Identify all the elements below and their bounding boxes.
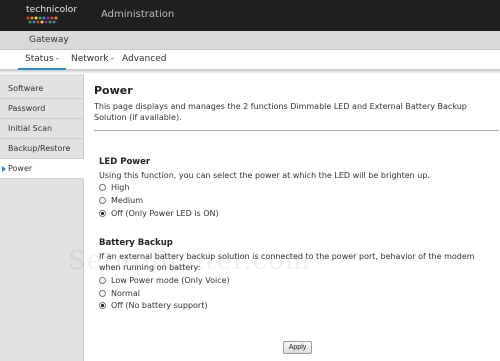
led-option-high[interactable]: High [99, 183, 129, 192]
logo-text: technicolor [26, 5, 78, 15]
sidebar: Software Password Initial Scan Backup/Re… [0, 74, 84, 361]
led-high-radio[interactable] [99, 184, 106, 191]
battery-low-power-radio[interactable] [99, 277, 106, 284]
led-off-radio[interactable] [99, 210, 106, 217]
battery-normal-label: Normal [111, 289, 140, 298]
tab-network[interactable]: Network - [71, 54, 114, 64]
battery-option-normal[interactable]: Normal [99, 289, 140, 298]
tab-status-label: Status [25, 54, 54, 64]
led-off-label: Off (Only Power LED is ON) [111, 209, 219, 218]
page-header-title: Administration [101, 9, 175, 20]
main-nav-tabs: Status - Network - Advanced [0, 50, 500, 70]
led-power-description: Using this function, you can select the … [99, 171, 430, 180]
tab-network-caret: - [110, 54, 114, 64]
sidebar-item-initial-scan[interactable]: Initial Scan [0, 119, 84, 139]
led-high-label: High [111, 183, 130, 192]
battery-normal-radio[interactable] [99, 290, 106, 297]
divider [94, 130, 499, 131]
battery-low-power-label: Low Power mode (Only Voice) [111, 276, 230, 285]
sidebar-item-password[interactable]: Password [0, 99, 84, 119]
battery-off-radio[interactable] [99, 302, 106, 309]
tab-advanced[interactable]: Advanced [122, 54, 166, 64]
gateway-bar: Gateway [0, 31, 500, 50]
led-option-off[interactable]: Off (Only Power LED is ON) [99, 209, 219, 218]
battery-option-low-power[interactable]: Low Power mode (Only Voice) [99, 276, 230, 285]
tab-advanced-label: Advanced [122, 54, 167, 64]
top-header: technicolor Administration [0, 0, 500, 31]
technicolor-logo: technicolor [26, 5, 77, 24]
tab-status[interactable]: Status - [23, 54, 61, 64]
led-option-medium[interactable]: Medium [99, 196, 143, 205]
sidebar-item-software[interactable]: Software [0, 79, 84, 99]
apply-button[interactable]: Apply [283, 341, 312, 354]
led-medium-radio[interactable] [99, 197, 106, 204]
page-description: This page displays and manages the 2 fun… [94, 102, 467, 122]
led-power-title: LED Power [99, 157, 151, 167]
battery-off-label: Off (No battery support) [111, 301, 208, 310]
sidebar-item-backup-restore[interactable]: Backup/Restore [0, 139, 84, 159]
sidebar-item-power[interactable]: Power [0, 159, 84, 179]
tab-network-label: Network [71, 54, 109, 64]
page-title: Power [94, 84, 133, 97]
led-medium-label: Medium [111, 196, 143, 205]
logo-dots-icon [26, 16, 60, 24]
main-content: Power This page displays and manages the… [85, 74, 500, 361]
tab-status-caret: - [55, 54, 59, 64]
watermark: SetupRouter.com [68, 246, 311, 276]
battery-option-off[interactable]: Off (No battery support) [99, 301, 207, 310]
gateway-label[interactable]: Gateway [29, 35, 69, 45]
